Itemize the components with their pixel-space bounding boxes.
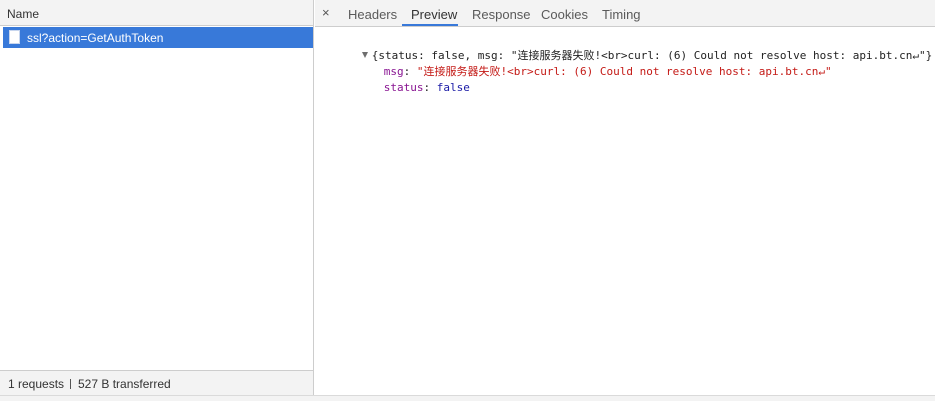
json-property-msg: msg: "连接服务器失败!<br>curl: (6) Could not re… bbox=[383, 65, 832, 78]
summary-bar: 1 requests 527 B transferred bbox=[0, 370, 313, 395]
json-property-status: status: false bbox=[383, 81, 470, 94]
tab-cookies[interactable]: Cookies bbox=[541, 7, 588, 22]
active-tab-indicator bbox=[402, 24, 458, 26]
json-summary-row[interactable]: {status: false, msg: "连接服务器失败!<br>curl: … bbox=[322, 32, 932, 62]
bottom-drawer-edge bbox=[0, 395, 935, 401]
request-count: 1 requests bbox=[8, 377, 65, 391]
property-value: false bbox=[436, 81, 470, 94]
request-details-panel: × Headers Preview Response Cookies Timin… bbox=[315, 0, 935, 395]
name-column-label: Name bbox=[7, 7, 40, 21]
footer-divider bbox=[70, 379, 71, 389]
file-icon bbox=[9, 30, 20, 44]
network-request-list: Name ssl?action=GetAuthToken 1 requests … bbox=[0, 0, 314, 401]
tab-timing[interactable]: Timing bbox=[602, 7, 641, 22]
request-row[interactable]: ssl?action=GetAuthToken bbox=[3, 27, 313, 48]
details-tabbar: × Headers Preview Response Cookies Timin… bbox=[315, 0, 935, 27]
name-column-header[interactable]: Name bbox=[0, 0, 313, 26]
tab-response[interactable]: Response bbox=[472, 7, 531, 22]
property-value: "连接服务器失败!<br>curl: (6) Could not resolve… bbox=[416, 65, 832, 78]
request-name: ssl?action=GetAuthToken bbox=[27, 31, 164, 45]
transferred-size: 527 B transferred bbox=[78, 377, 171, 391]
tab-headers[interactable]: Headers bbox=[348, 7, 397, 22]
property-key: status bbox=[383, 81, 424, 94]
close-icon[interactable]: × bbox=[322, 5, 330, 20]
tab-preview[interactable]: Preview bbox=[411, 7, 457, 22]
